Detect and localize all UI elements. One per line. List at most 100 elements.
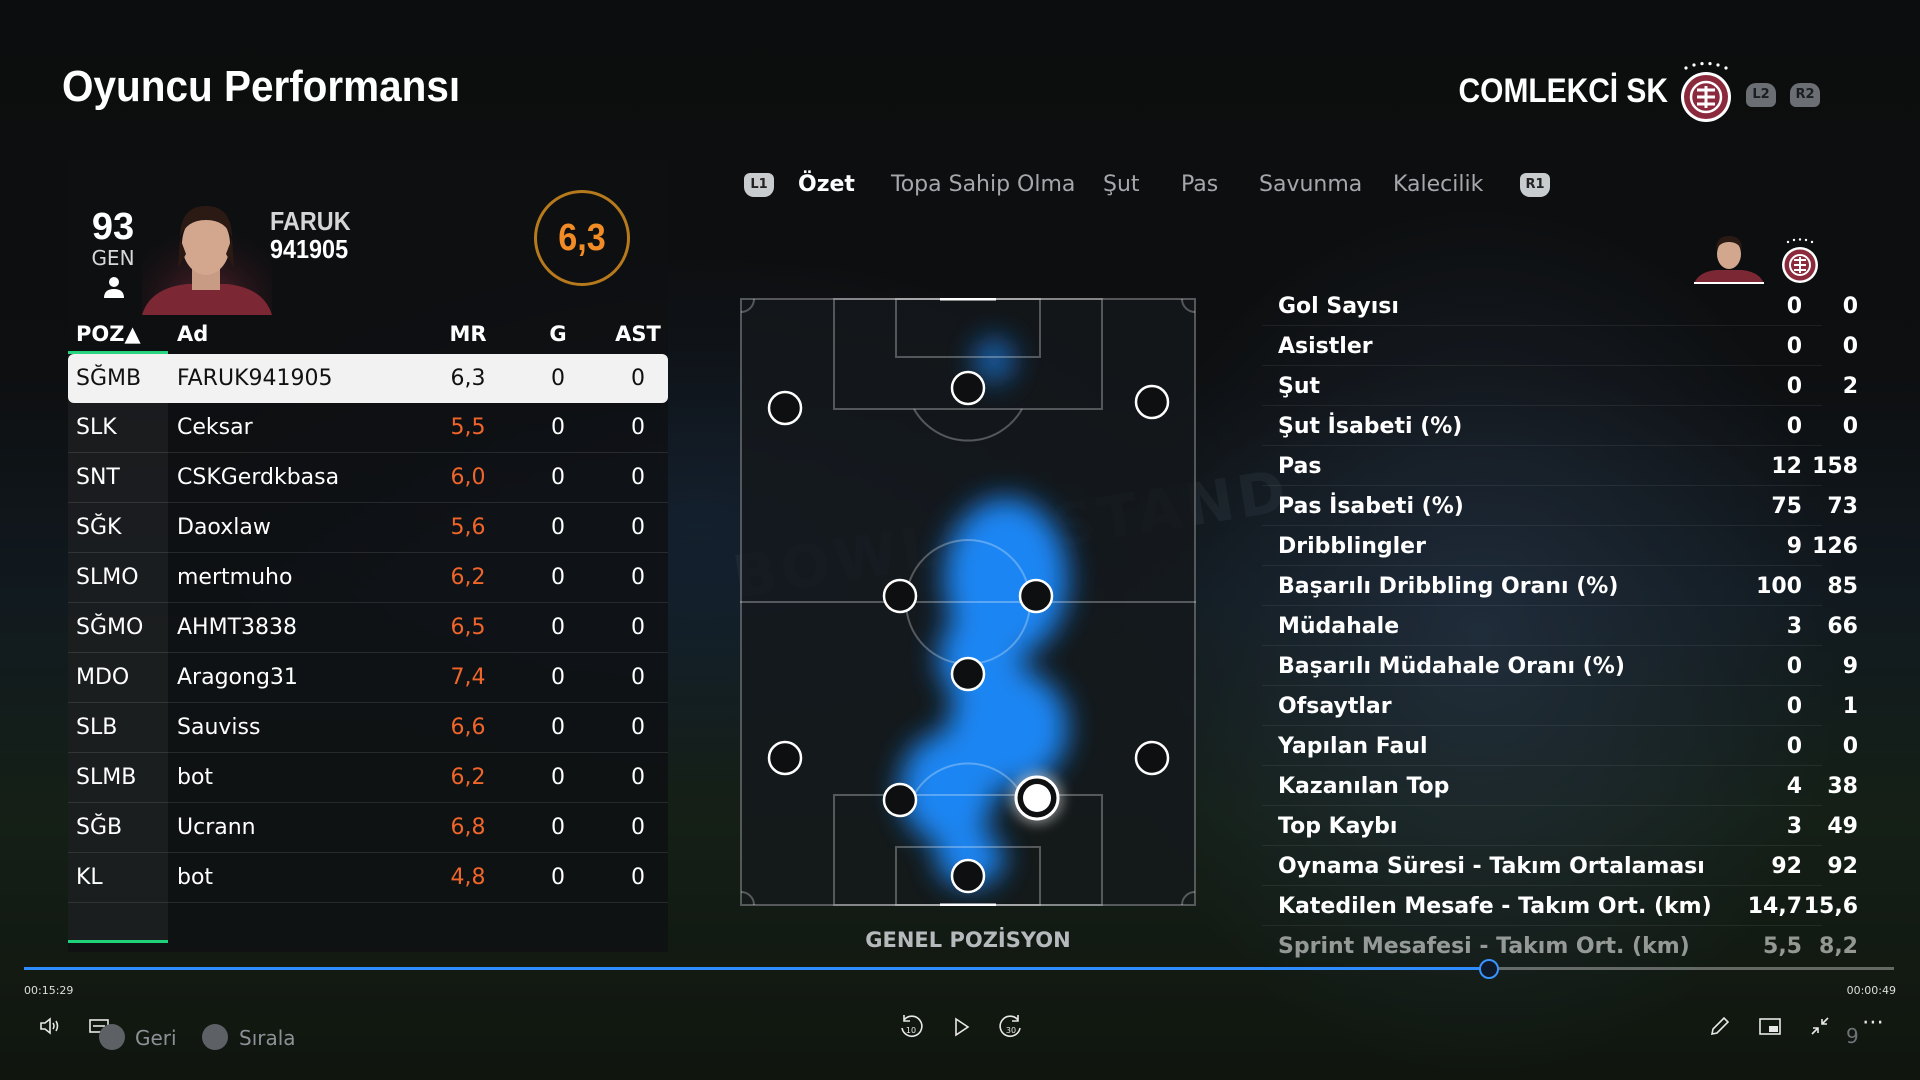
r1-button[interactable]: R1	[1520, 173, 1550, 197]
table-row[interactable]: KL bot 4,8 0 0	[68, 853, 668, 903]
stat-label: Kazanılan Top	[1278, 774, 1450, 799]
table-row[interactable]: SĞB Ucrann 6,8 0 0	[68, 803, 668, 853]
selected-player-marker	[1023, 784, 1051, 812]
row-g: 0	[551, 565, 565, 590]
header-ast[interactable]: AST	[608, 322, 668, 346]
stat-team: 2	[1842, 374, 1858, 399]
row-mr: 5,5	[450, 415, 486, 440]
table-row[interactable]: SLK Ceksar 5,5 0 0	[68, 403, 668, 453]
stat-label: Ofsaytlar	[1278, 694, 1392, 719]
stat-label: Top Kaybı	[1278, 814, 1398, 839]
picture-in-picture-icon[interactable]	[1758, 1016, 1782, 1038]
tab-pas[interactable]: Pas	[1181, 172, 1218, 197]
edit-icon[interactable]	[1708, 1014, 1732, 1038]
stat-team: 158	[1812, 454, 1858, 479]
row-g: 0	[551, 665, 565, 690]
stat-team: 0	[1842, 734, 1858, 759]
header-name[interactable]: Ad	[177, 322, 208, 346]
page-title: Oyuncu Performansı	[62, 62, 461, 111]
more-options-icon[interactable]: ⋯	[1862, 1010, 1884, 1035]
row-ast: 0	[631, 715, 645, 740]
club-crest-icon	[1681, 62, 1731, 122]
row-mr: 6,6	[450, 715, 486, 740]
position-heatmap	[740, 298, 1196, 906]
row-name: Ceksar	[177, 415, 253, 440]
tab-savunma[interactable]: Savunma	[1259, 172, 1362, 197]
row-pos: SNT	[76, 465, 120, 490]
player-name-line2: 941905	[270, 234, 349, 264]
stat-row: Yapılan Faul 0 0	[1262, 726, 1858, 766]
row-mr: 5,6	[450, 515, 486, 540]
stat-label: Gol Sayısı	[1278, 294, 1399, 319]
player-name-line1: FARUK	[270, 206, 351, 236]
l1-button[interactable]: L1	[744, 173, 774, 197]
count-hint: 9	[1846, 1024, 1859, 1048]
header-g[interactable]: G	[543, 322, 573, 346]
stat-team: 126	[1812, 534, 1858, 559]
row-g: 0	[551, 366, 565, 391]
stat-team: 15,6	[1803, 894, 1858, 919]
table-row[interactable]: SLMO mertmuho 6,2 0 0	[68, 553, 668, 603]
stat-team: 73	[1827, 494, 1858, 519]
stat-label: Katedilen Mesafe - Takım Ort. (km)	[1278, 894, 1712, 919]
row-mr: 6,2	[450, 565, 486, 590]
row-mr: 7,4	[450, 665, 486, 690]
l2-button[interactable]: L2	[1746, 83, 1776, 107]
table-row[interactable]: SĞMO AHMT3838 6,5 0 0	[68, 603, 668, 653]
team-crest-icon	[1782, 238, 1818, 283]
stat-row: Gol Sayısı 0 0	[1262, 286, 1858, 326]
table-row[interactable]: SNT CSKGerdkbasa 6,0 0 0	[68, 453, 668, 503]
header-mr[interactable]: MR	[428, 322, 508, 346]
circle-button-icon	[99, 1024, 125, 1050]
table-row[interactable]: SLMB bot 6,2 0 0	[68, 753, 668, 803]
stat-team: 0	[1842, 294, 1858, 319]
row-pos: SLB	[76, 715, 118, 740]
stat-row: Şut 0 2	[1262, 366, 1858, 406]
video-timeline[interactable]	[24, 959, 1894, 979]
stat-row: Sprint Mesafesi - Takım Ort. (km) 5,5 8,2	[1262, 926, 1858, 965]
row-pos: SĞMB	[76, 366, 142, 391]
row-ast: 0	[631, 865, 645, 890]
row-g: 0	[551, 615, 565, 640]
volume-icon[interactable]	[38, 1014, 62, 1038]
row-name: Aragong31	[177, 665, 298, 690]
stat-team: 8,2	[1819, 934, 1858, 959]
stat-label: Pas İsabeti (%)	[1278, 494, 1464, 519]
rewind-label: 10	[906, 1026, 916, 1035]
row-g: 0	[551, 815, 565, 840]
row-g: 0	[551, 715, 565, 740]
player-overall: 93 GEN	[88, 208, 138, 270]
play-icon[interactable]	[950, 1016, 972, 1038]
rewind-button[interactable]: 10	[896, 1012, 926, 1042]
tab-topa-sahip-olma[interactable]: Topa Sahip Olma	[891, 172, 1075, 197]
table-row[interactable]: SLB Sauviss 6,6 0 0	[68, 703, 668, 753]
stat-team: 9	[1842, 654, 1858, 679]
back-hint[interactable]: Geri	[135, 1026, 177, 1050]
table-row[interactable]: SĞMB FARUK941905 6,3 0 0	[68, 354, 668, 403]
row-mr: 6,5	[450, 615, 486, 640]
forward-button[interactable]: 30	[996, 1012, 1026, 1042]
row-pos: SLMB	[76, 765, 137, 790]
time-elapsed: 00:15:29	[24, 984, 74, 997]
header-pos[interactable]: POZ▲	[76, 322, 141, 346]
row-mr: 4,8	[450, 865, 486, 890]
tab-ozet[interactable]: Özet	[798, 172, 855, 197]
table-row[interactable]: SĞK Daoxlaw 5,6 0 0	[68, 503, 668, 553]
row-ast: 0	[631, 665, 645, 690]
person-icon	[104, 277, 124, 298]
row-name: Sauviss	[177, 715, 261, 740]
stat-row: Oynama Süresi - Takım Ortalaması 92 92	[1262, 846, 1858, 886]
heatmap-label: GENEL POZİSYON	[865, 928, 1071, 952]
tab-kalecilik[interactable]: Kalecilik	[1393, 172, 1483, 197]
row-ast: 0	[631, 465, 645, 490]
stat-team: 85	[1827, 574, 1858, 599]
stat-team: 1	[1842, 694, 1858, 719]
tab-sut[interactable]: Şut	[1103, 172, 1140, 197]
match-rating-value: 6,3	[558, 217, 606, 259]
collapse-icon[interactable]	[1808, 1014, 1832, 1038]
sort-hint[interactable]: Sırala	[239, 1026, 296, 1050]
table-row[interactable]: MDO Aragong31 7,4 0 0	[68, 653, 668, 703]
r2-button[interactable]: R2	[1790, 83, 1820, 107]
overall-value: 93	[91, 206, 135, 248]
stat-team: 38	[1827, 774, 1858, 799]
